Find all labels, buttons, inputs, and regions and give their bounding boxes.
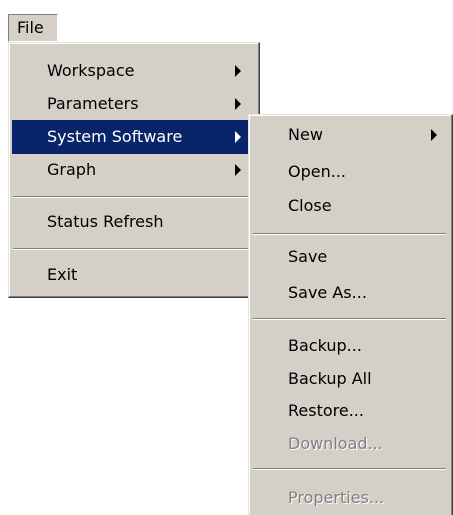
submenu-arrow-icon [235,98,241,110]
menu-item-backup[interactable]: Backup... [252,329,447,363]
menu-item-system-software-label: System Software [47,127,183,146]
menu-item-exit[interactable]: Exit [12,258,255,292]
menu-item-system-software[interactable]: System Software [12,120,255,154]
menu-item-parameters[interactable]: Parameters [12,87,255,121]
submenu-arrow-icon [431,129,437,141]
menu-item-graph-label: Graph [47,160,97,179]
submenu-arrow-icon [235,65,241,77]
menu-item-workspace-label: Workspace [47,61,135,80]
menu-file[interactable]: File [8,14,58,42]
menu-item-restore[interactable]: Restore... [252,394,447,428]
menu-separator [13,248,254,250]
menu-separator [13,196,254,198]
menu-item-backup-all[interactable]: Backup All [252,362,447,396]
file-menu-dropdown: Workspace Parameters System Software Gra… [8,42,260,298]
menu-item-save[interactable]: Save [252,240,447,274]
menu-separator [253,233,446,235]
menu-item-close[interactable]: Close [252,189,447,223]
menu-separator [253,468,446,470]
submenu-arrow-icon [235,131,241,143]
menu-item-graph[interactable]: Graph [12,153,255,187]
menu-item-save-as[interactable]: Save As... [252,276,447,310]
menu-separator [253,318,446,320]
menu-item-status-refresh[interactable]: Status Refresh [12,205,255,239]
menu-item-new[interactable]: New [252,118,447,152]
menu-item-workspace[interactable]: Workspace [12,54,255,88]
menu-item-open[interactable]: Open... [252,155,447,189]
menu-item-properties: Properties... [288,488,385,507]
system-software-submenu: New Open... Close Save Save As... Backup… [248,114,453,515]
submenu-arrow-icon [235,164,241,176]
menu-item-download: Download... [288,434,383,453]
menu-item-parameters-label: Parameters [47,94,139,113]
menu-item-new-label: New [288,125,323,144]
